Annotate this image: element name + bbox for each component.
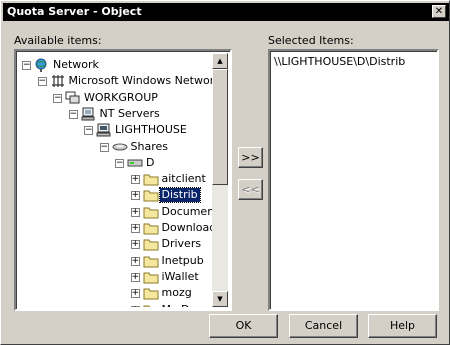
selected-list-item[interactable]: \\LIGHTHOUSE\D\Distrib <box>272 53 435 70</box>
expand-icon[interactable]: + <box>130 272 140 282</box>
expand-icon[interactable]: + <box>130 191 140 201</box>
tree-node-label: Inetpub <box>161 253 204 267</box>
scroll-down-button[interactable]: ▼ <box>212 291 228 307</box>
tree-node-label: aitclient <box>161 172 206 186</box>
available-items-label: Available items: <box>14 34 102 47</box>
collapse-icon[interactable]: − <box>53 93 62 103</box>
window-title: Quota Server - Object <box>7 5 142 18</box>
folder-icon <box>143 188 159 202</box>
remove-item-button[interactable]: << <box>238 179 263 200</box>
title-bar: Quota Server - Object ✕ <box>3 3 449 21</box>
tree-node-label: My Download <box>160 303 215 308</box>
tree-node-label: Documents ar <box>161 204 215 218</box>
folder-icon <box>143 237 159 251</box>
servers-icon <box>81 107 97 121</box>
collapse-icon[interactable]: − <box>84 126 93 136</box>
expand-icon[interactable]: + <box>130 224 140 233</box>
scroll-thumb[interactable] <box>212 69 228 185</box>
tree-node-label: NT Servers <box>99 106 160 120</box>
help-button[interactable]: Help <box>368 314 437 338</box>
collapse-icon[interactable]: − <box>115 158 124 168</box>
collapse-icon[interactable]: − <box>99 142 109 152</box>
tree-node-label: Network <box>53 58 99 71</box>
globe-icon <box>34 58 50 72</box>
dialog-window: Quota Server - Object ✕ Available items:… <box>0 0 450 345</box>
folder-icon <box>143 221 159 235</box>
close-button[interactable]: ✕ <box>432 5 446 18</box>
computer-icon <box>96 123 112 137</box>
folder-icon <box>143 286 159 300</box>
tree-view: − Network − Microsoft Windows Network − WORKG… <box>18 53 214 307</box>
folder-icon <box>143 205 159 219</box>
selected-items-list[interactable]: \\LIGHTHOUSE\D\Distrib <box>268 49 439 311</box>
expand-icon[interactable]: + <box>130 207 140 217</box>
scroll-up-button[interactable]: ▲ <box>212 53 228 69</box>
network-icon <box>50 74 66 88</box>
close-icon: ✕ <box>434 6 444 17</box>
expand-icon[interactable]: + <box>130 256 140 266</box>
drive-icon <box>127 156 143 170</box>
tree-node-label: WORKGROUP <box>84 90 158 104</box>
collapse-icon[interactable]: − <box>68 109 78 119</box>
folder-icon <box>143 270 159 284</box>
shares-icon <box>112 140 128 154</box>
expand-icon[interactable]: + <box>130 175 140 185</box>
tree-node-label: iWallet <box>161 269 199 283</box>
tree-node-label: Shares <box>130 139 168 153</box>
ok-button[interactable]: OK <box>209 314 278 338</box>
selected-items-label: Selected Items: <box>268 34 354 47</box>
available-items-tree[interactable]: − Network − Microsoft Windows Network − WORKG… <box>14 49 232 311</box>
expand-icon[interactable]: + <box>130 305 140 307</box>
tree-node-label: Microsoft Windows Network <box>68 74 215 88</box>
selected-list-items: \\LIGHTHOUSE\D\Distrib <box>272 53 435 70</box>
expand-icon[interactable]: + <box>130 289 140 299</box>
workgroup-icon <box>65 91 81 105</box>
cancel-button[interactable]: Cancel <box>289 314 358 338</box>
collapse-icon[interactable]: − <box>22 61 31 70</box>
folder-icon <box>143 254 159 268</box>
tree-node-label: LIGHTHOUSE <box>115 123 187 137</box>
tree-node-label: D <box>146 155 155 169</box>
tree-node-label: Drivers <box>161 237 202 251</box>
scroll-down-icon: ▼ <box>217 295 223 303</box>
tree-node-label: mozg <box>161 286 192 300</box>
expand-icon[interactable]: + <box>130 240 140 250</box>
tree-node-label: Distrib <box>158 187 201 204</box>
add-item-button[interactable]: >> <box>238 147 263 168</box>
folder-icon <box>143 303 159 307</box>
scroll-up-icon: ▲ <box>217 57 223 65</box>
tree-vertical-scrollbar[interactable]: ▲ ▼ <box>212 53 228 307</box>
folder-icon <box>143 172 159 186</box>
tree-node-label: Downloads <box>161 221 215 234</box>
collapse-icon[interactable]: − <box>37 77 47 87</box>
